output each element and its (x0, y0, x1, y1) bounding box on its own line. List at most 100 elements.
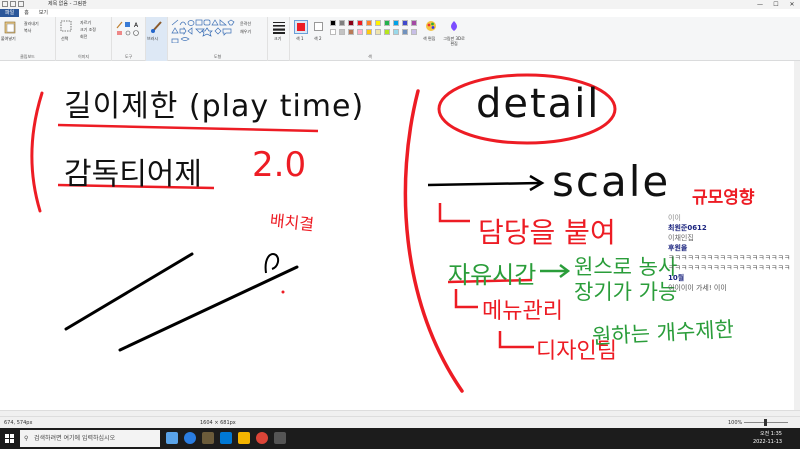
window-title: 제목 없음 - 그림판 (48, 1, 87, 7)
chat-message: 이채인집 (668, 234, 694, 242)
quick-access-toolbar (2, 1, 24, 7)
shapes-gallery[interactable] (171, 19, 237, 43)
palette-swatch[interactable] (357, 29, 363, 35)
zoom-slider-thumb[interactable] (764, 419, 767, 426)
chat-message: 후원을 (668, 244, 688, 252)
edit-colors-button[interactable]: 색 편집 (423, 36, 435, 41)
scale-arrow (427, 181, 541, 187)
brushes-button[interactable]: 브러시 (147, 36, 158, 41)
vertical-scrollbar[interactable] (794, 61, 800, 410)
brushes-group[interactable]: 브러시 (146, 17, 168, 61)
scale-note: 규모영향 (692, 188, 755, 208)
search-placeholder: 검색하려면 여기에 입력하십시오 (34, 435, 116, 442)
title-underline (57, 123, 319, 133)
select-button[interactable]: 선택 (61, 36, 68, 41)
outline-dropdown[interactable]: 윤곽선 (240, 21, 251, 26)
zoom-slider[interactable] (744, 419, 788, 426)
clipboard-group-label: 클립보드 (20, 54, 35, 59)
palette-swatch[interactable] (339, 20, 345, 26)
color1-swatch (297, 23, 305, 31)
edit-colors-icon[interactable] (425, 20, 437, 32)
staff-arrow (438, 203, 470, 223)
palette-swatch[interactable] (339, 29, 345, 35)
palette-swatch[interactable] (348, 20, 354, 26)
palette-swatch[interactable] (393, 29, 399, 35)
select-icon (60, 20, 72, 32)
resize-button[interactable]: 크기 조정 (80, 27, 96, 32)
palette-swatch[interactable] (366, 20, 372, 26)
color2-label: 색 2 (314, 36, 322, 41)
tab-home[interactable]: 홈 (19, 9, 34, 17)
design-arrow (498, 331, 534, 349)
stream-chat-overlay: 이이 최원준0612 이채인집 후원을 ㅋㅋㅋㅋㅋㅋㅋㅋㅋㅋㅋㅋㅋㅋㅋㅋㅋㅋㅋ ㅋㅋㅋㅋㅋ… (668, 213, 794, 293)
free-time-text: 자유시간 (448, 261, 537, 289)
palette-swatch[interactable] (384, 20, 390, 26)
copy-button[interactable]: 복사 (24, 28, 31, 33)
size-button[interactable]: 크기 (274, 36, 281, 41)
palette-swatch[interactable] (330, 20, 336, 26)
palette-swatch[interactable] (384, 29, 390, 35)
paint3d-button[interactable]: 그림판 3D로 편집 (442, 36, 466, 46)
menu-arrow (454, 289, 478, 309)
paint3d-icon[interactable] (448, 20, 460, 32)
chrome-icon[interactable] (256, 432, 268, 444)
minimize-button[interactable]: — (752, 0, 768, 9)
menu-text: 메뉴관리 (482, 299, 563, 324)
paint-taskbar-icon[interactable] (274, 432, 286, 444)
right-red-bracket (403, 89, 464, 393)
drawing-canvas[interactable]: 길이제한 (play time) 감독티어제 2.0 배치결 detail sc… (0, 61, 800, 410)
maximize-button[interactable]: ☐ (768, 0, 784, 9)
palette-swatch[interactable] (357, 20, 363, 26)
left-red-bracket (30, 91, 44, 213)
tab-view[interactable]: 보기 (34, 9, 53, 17)
crop-button[interactable]: 자르기 (80, 20, 91, 25)
palette-swatch[interactable] (348, 29, 354, 35)
undo-icon[interactable] (10, 1, 16, 7)
rotate-button[interactable]: 회전 (80, 34, 87, 39)
cut-button[interactable]: 잘라내기 (24, 21, 39, 26)
fill-dropdown[interactable]: 채우기 (240, 29, 251, 34)
save-icon[interactable] (2, 1, 8, 7)
file-explorer-icon[interactable] (238, 432, 250, 444)
palette-swatch[interactable] (330, 29, 336, 35)
tools-icons[interactable]: A (116, 21, 142, 37)
palette-swatch[interactable] (411, 20, 417, 26)
search-icon: ⚲ (24, 435, 29, 442)
colors-group-label: 색 (368, 54, 372, 59)
chat-message: ㅋㅋㅋㅋㅋㅋㅋㅋㅋㅋㅋㅋㅋㅋㅋㅋㅋㅋㅋ (668, 254, 791, 262)
palette-swatch[interactable] (402, 29, 408, 35)
chat-message: 최원준0612 (668, 224, 707, 232)
colors-group: 색 1 색 2 색 편집 그림판 3D로 편집 색 (290, 17, 470, 61)
size-group[interactable]: 크기 (268, 17, 290, 61)
vscode-icon[interactable] (220, 432, 232, 444)
redo-icon[interactable] (18, 1, 24, 7)
tab-file[interactable]: 파일 (0, 9, 20, 17)
palette-swatch[interactable] (411, 29, 417, 35)
palette-swatch[interactable] (375, 29, 381, 35)
chat-message: 이이이이 가세! 이이 (668, 284, 727, 292)
edge-icon[interactable] (184, 432, 196, 444)
system-clock[interactable]: 오전 1:35 2022-11-13 (753, 430, 782, 446)
svg-text:A: A (134, 22, 139, 29)
close-button[interactable]: ✕ (784, 0, 800, 9)
palette-swatch[interactable] (366, 29, 372, 35)
tools-group-label: 도구 (124, 54, 133, 59)
red-dot (281, 290, 285, 294)
placement-note: 배치결 (268, 210, 315, 235)
palette-swatch[interactable] (375, 20, 381, 26)
minecraft-icon[interactable] (202, 432, 214, 444)
shapes-group: 윤곽선 채우기 도형 (168, 17, 268, 61)
color2-button[interactable] (314, 22, 323, 31)
chat-message: 10월 (668, 274, 685, 282)
palette-swatch[interactable] (393, 20, 399, 26)
color1-button[interactable] (294, 20, 308, 34)
paste-button[interactable]: 붙여넣기 (1, 36, 16, 41)
taskbar-search-box[interactable]: ⚲ 검색하려면 여기에 입력하십시오 (20, 430, 160, 447)
ribbon-tabs: 파일 홈 보기 (0, 9, 800, 17)
windows-start-icon[interactable] (5, 434, 14, 443)
paste-icon (4, 21, 16, 34)
task-view-icon[interactable] (166, 432, 178, 444)
palette-swatch[interactable] (402, 20, 408, 26)
playtime-text: 길이제한 (play time) (64, 89, 365, 124)
chat-message: ㅋㅋㅋㅋㅋㅋㅋㅋㅋㅋㅋㅋㅋㅋㅋㅋㅋㅋㅋ (668, 264, 791, 272)
